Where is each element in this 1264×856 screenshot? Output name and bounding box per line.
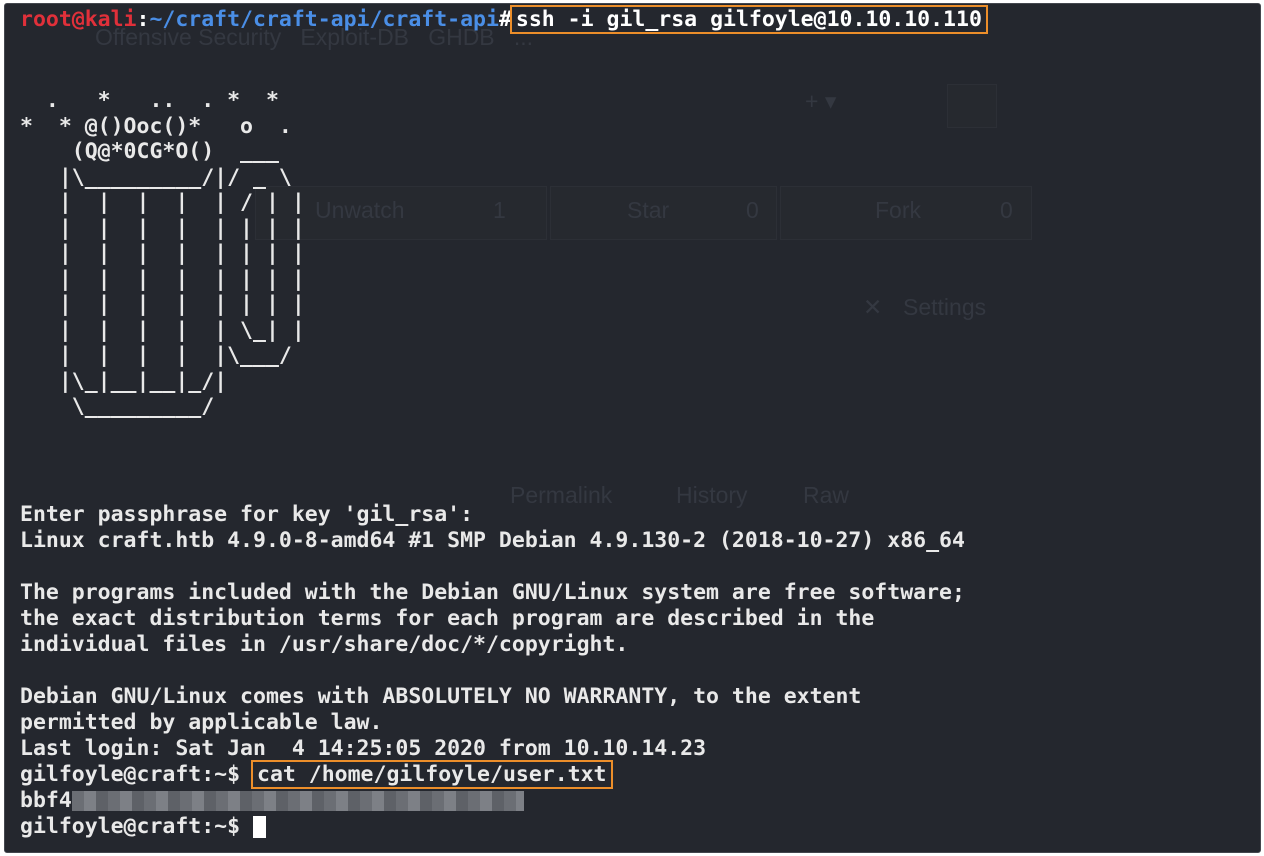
cat-command: cat /home/gilfoyle/user.txt (251, 760, 613, 789)
uname-line: Linux craft.htb 4.9.0-8-amd64 #1 SMP Deb… (20, 528, 965, 553)
warranty-line-2: permitted by applicable law. (20, 710, 383, 735)
prompt-path: ~/craft/craft-api/craft-api (149, 7, 499, 32)
motd-line-1: The programs included with the Debian GN… (20, 580, 965, 605)
terminal-window[interactable]: Offensive Security Exploit-DB GHDB ... +… (4, 3, 1261, 853)
final-prompt-line: gilfoyle@craft:~$ (20, 814, 266, 840)
user-prompt: gilfoyle@craft:~$ (20, 762, 253, 787)
flag-line: bbf4 (20, 788, 524, 814)
motd-line-3: individual files in /usr/share/doc/*/cop… (20, 632, 629, 657)
redaction-blur (71, 791, 524, 811)
root-prompt-line: root@kali:~/craft/craft-api/craft-api# ss… (20, 5, 988, 34)
motd-line-2: the exact distribution terms for each pr… (20, 606, 875, 631)
last-login-line: Last login: Sat Jan 4 14:25:05 2020 from… (20, 736, 707, 761)
prompt-symbol: # (498, 7, 512, 32)
ascii-banner-art: . * .. . * * * * @()Ooc()* o . (Q@*0CG*O… (20, 88, 305, 419)
terminal-content: root@kali:~/craft/craft-api/craft-api# ss… (5, 4, 1260, 852)
prompt-separator: : (136, 7, 150, 32)
prompt-user-host: root@kali (20, 7, 137, 32)
warranty-line-1: Debian GNU/Linux comes with ABSOLUTELY N… (20, 684, 862, 709)
cat-prompt-line: gilfoyle@craft:~$ cat /home/gilfoyle/use… (20, 760, 613, 789)
terminal-cursor[interactable] (253, 816, 266, 838)
flag-prefix: bbf4 (20, 788, 72, 813)
passphrase-line: Enter passphrase for key 'gil_rsa': (20, 502, 474, 527)
final-prompt: gilfoyle@craft:~$ (20, 814, 253, 839)
ssh-command: ssh -i gil_rsa gilfoyle@10.10.10.110 (509, 5, 988, 34)
